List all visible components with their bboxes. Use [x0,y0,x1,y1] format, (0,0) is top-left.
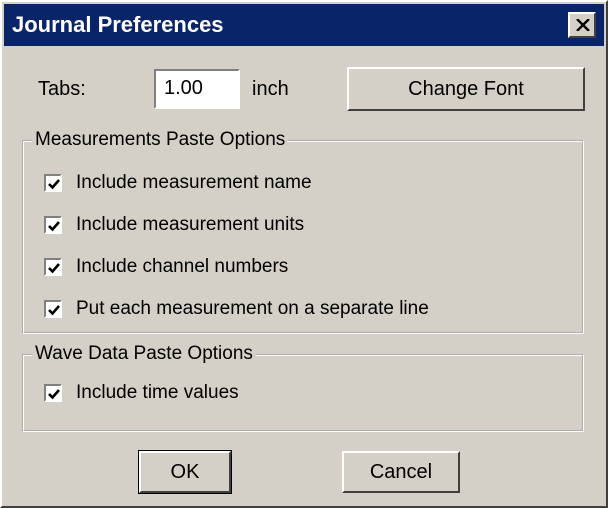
journal-preferences-dialog: Journal Preferences Tabs: 1.00 inch Chan… [0,0,608,508]
checkbox-label: Include measurement name [76,172,312,193]
checkbox-label: Include measurement units [76,214,305,235]
checkbox-label: Put each measurement on a separate line [76,298,429,319]
checkbox-box[interactable] [44,300,62,318]
checkmark-icon [48,179,60,190]
change-font-button[interactable]: Change Font [347,67,585,111]
ok-button[interactable]: OK [138,450,232,494]
checkbox-box[interactable] [44,216,62,234]
cancel-button[interactable]: Cancel [342,451,460,493]
checkbox-box[interactable] [44,384,62,402]
wave-group-legend: Wave Data Paste Options [32,343,256,365]
checkmark-icon [48,305,60,316]
checkbox-box[interactable] [44,174,62,192]
tabs-label: Tabs: [38,78,86,100]
close-button[interactable] [568,12,596,38]
tabs-input[interactable]: 1.00 [154,69,240,109]
checkbox-label: Include channel numbers [76,256,289,277]
checkmark-icon [48,389,60,400]
tabs-unit-label: inch [252,78,289,100]
window-title: Journal Preferences [12,12,224,37]
close-icon [576,19,590,31]
checkbox-label: Include time values [76,382,239,403]
checkmark-icon [48,221,60,232]
title-bar: Journal Preferences [4,4,604,46]
measurements-group-legend: Measurements Paste Options [32,129,289,151]
checkmark-icon [48,263,60,274]
checkbox-box[interactable] [44,258,62,276]
